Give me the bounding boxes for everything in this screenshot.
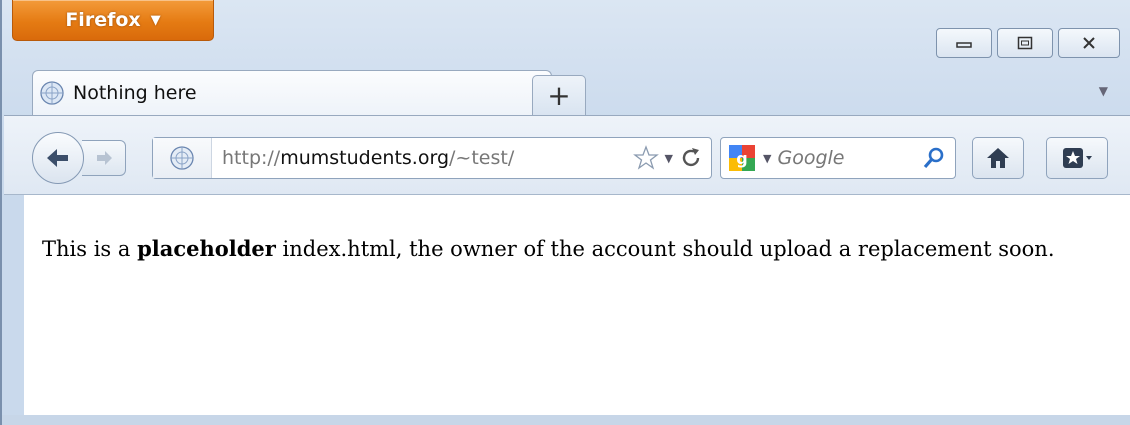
url-text[interactable]: http://mumstudents.org/~test/	[222, 147, 633, 169]
globe-favicon-icon	[40, 81, 64, 105]
message-bold-word: placeholder	[137, 236, 276, 261]
globe-icon	[170, 146, 194, 170]
url-prefix: http://	[222, 147, 281, 169]
firefox-menu-label: Firefox	[65, 9, 141, 31]
reload-icon[interactable]	[679, 146, 703, 170]
home-icon	[987, 148, 1009, 168]
bookmarks-menu-icon	[1063, 148, 1092, 168]
url-bar[interactable]: http://mumstudents.org/~test/ ▼	[152, 137, 712, 179]
magnifier-search-icon[interactable]	[921, 145, 947, 171]
url-host: mumstudents.org	[280, 147, 450, 169]
close-button[interactable]	[1058, 28, 1120, 58]
url-path: /~test/	[449, 147, 515, 169]
list-all-tabs-icon[interactable]: ▼	[1099, 84, 1108, 98]
firefox-menu-button[interactable]: Firefox ▼	[12, 0, 214, 41]
back-button[interactable]	[32, 132, 84, 184]
google-icon[interactable]: g	[727, 143, 757, 173]
tab-nothing-here[interactable]: Nothing here	[32, 70, 552, 115]
placeholder-message: This is a placeholder index.html, the ow…	[42, 230, 1114, 268]
window-bottom-border	[2, 415, 1130, 425]
url-bar-icons: ▼	[632, 145, 703, 171]
minimize-icon	[956, 42, 972, 48]
chevron-down-icon: ▼	[150, 12, 161, 28]
tab-title: Nothing here	[73, 82, 197, 104]
window-controls	[936, 28, 1120, 58]
back-arrow-icon	[47, 149, 68, 167]
maximize-button[interactable]	[997, 28, 1053, 58]
forward-button[interactable]	[82, 140, 126, 176]
svg-text:g: g	[736, 149, 747, 168]
minimize-button[interactable]	[936, 28, 992, 58]
message-text-start: This is a	[42, 237, 138, 261]
plus-icon: +	[547, 79, 571, 112]
home-button[interactable]	[972, 137, 1024, 179]
star-bookmark-icon[interactable]	[632, 145, 659, 171]
search-bar[interactable]: g ▼ Google	[720, 137, 956, 179]
site-identity-button[interactable]	[153, 138, 212, 178]
message-text-end: index.html, the owner of the account sho…	[275, 237, 1055, 261]
search-input[interactable]: Google	[777, 147, 915, 169]
forward-arrow-icon	[96, 151, 112, 165]
search-engine-dropdown-icon[interactable]: ▼	[763, 152, 771, 165]
browser-window: Firefox ▼ Nothing here + ▼ http://mumstu…	[0, 0, 1130, 425]
restore-icon	[1017, 36, 1033, 50]
history-dropdown-icon[interactable]: ▼	[665, 152, 673, 165]
page-content: This is a placeholder index.html, the ow…	[24, 195, 1130, 415]
close-icon	[1083, 37, 1095, 49]
bookmarks-button[interactable]	[1046, 137, 1108, 179]
new-tab-button[interactable]: +	[532, 75, 586, 115]
